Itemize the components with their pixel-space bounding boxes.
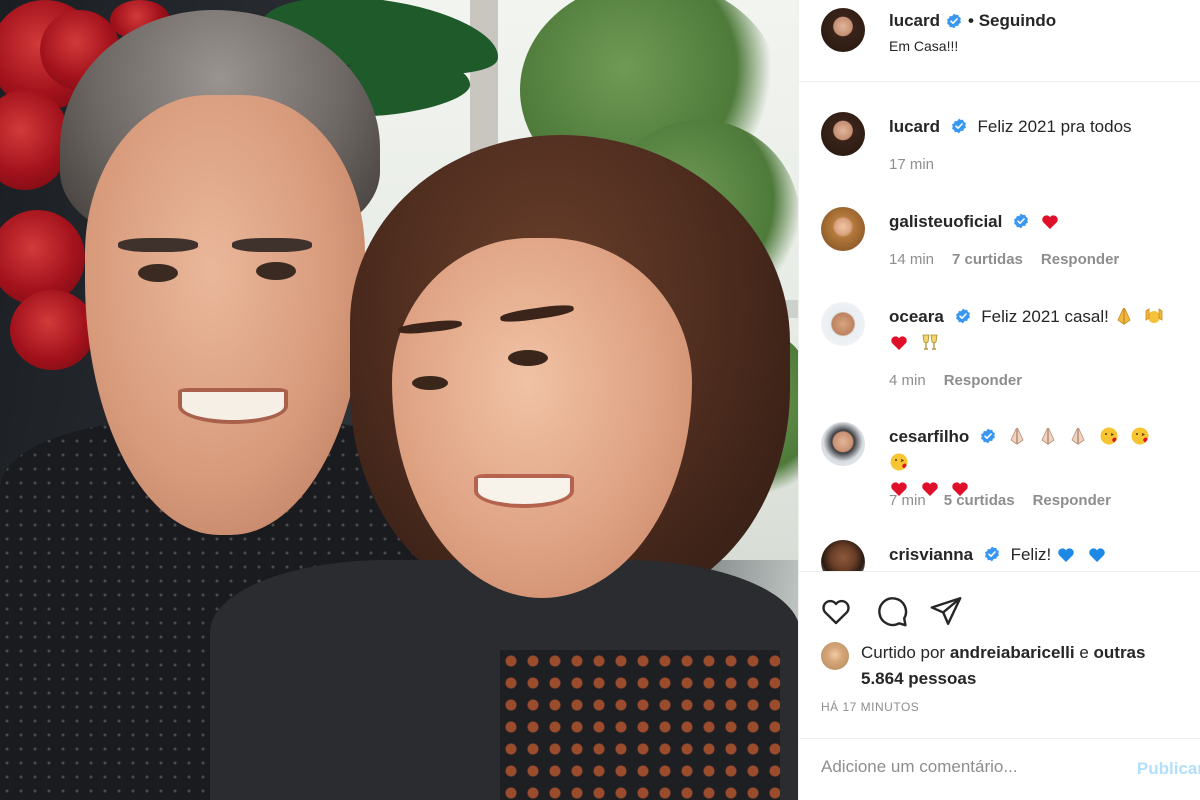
action-bar [799,572,1200,642]
raising-hands-icon [1145,308,1163,323]
comment: cesarfilho 7 min 5 curtidas Responder [821,422,1192,522]
publish-button[interactable]: Publicar [1137,759,1200,779]
reply-button[interactable]: Responder [1033,492,1111,509]
comment-text: Feliz! [1010,545,1052,564]
comment: oceara Feliz 2021 casal! 4 min Responder [821,302,1192,402]
heart-outline-icon[interactable] [819,594,853,628]
folded-hands-icon [1071,427,1085,445]
folded-hands-icon [1041,427,1055,445]
kissing-face-icon [1131,427,1149,445]
comment-text: Feliz 2021 casal! [981,307,1109,326]
comment-body: oceara Feliz 2021 casal! [889,304,1182,356]
folded-hands-icon [1117,307,1131,325]
instagram-post: lucard • Seguindo Em Casa!!! lucard Feli… [0,0,1200,800]
comment-body: galisteuoficial [889,209,1182,235]
add-comment-bar: Publicar [799,738,1200,800]
comment-meta: 7 min 5 curtidas Responder [889,492,1111,509]
blue-heart-icon [1058,548,1074,562]
comment: lucard Feliz 2021 pra todos 17 min [821,112,1192,182]
post-header: lucard • Seguindo Em Casa!!! [799,0,1200,82]
likes-summary: Curtido por andreiabaricelli e outras 5.… [821,640,1190,740]
comments-list[interactable]: lucard Feliz 2021 pra todos 17 min galis… [799,82,1200,572]
post-sidebar: lucard • Seguindo Em Casa!!! lucard Feli… [798,0,1200,800]
comment-body: cesarfilho [889,424,1182,502]
author-avatar[interactable] [821,8,865,52]
author-username[interactable]: lucard [889,11,940,31]
post-footer: Curtido por andreiabaricelli e outras 5.… [799,572,1200,800]
speech-bubble-icon[interactable] [875,594,909,628]
comment-time[interactable]: 4 min [889,372,926,389]
red-flower [10,290,95,370]
verified-badge-icon [981,428,995,444]
comment-avatar[interactable] [821,302,865,346]
comment-meta: 17 min [889,156,934,173]
post-location[interactable]: Em Casa!!! [889,38,958,54]
verified-badge-icon [1014,213,1029,229]
reply-button[interactable]: Responder [1041,251,1119,268]
red-heart-icon [891,336,907,350]
blue-heart-icon [1088,548,1105,562]
man-eye [138,264,178,282]
comment-avatar[interactable] [821,112,865,156]
comment-body: crisvianna Feliz! [889,542,1182,568]
comment-username[interactable]: galisteuoficial [889,212,1002,231]
post-timestamp[interactable]: HÁ 17 MINUTOS [821,700,919,714]
reply-button[interactable]: Responder [944,372,1022,389]
follow-status[interactable]: • Seguindo [968,11,1056,31]
liker-username[interactable]: andreiabaricelli [950,643,1075,662]
comment-meta: 14 min 7 curtidas Responder [889,251,1119,268]
woman-smile [474,474,574,508]
kissing-face-icon [1100,427,1118,445]
woman-eye [412,376,448,390]
likes-conjunction: e [1079,643,1089,662]
comment-meta: 4 min Responder [889,372,1022,389]
man-eyebrow [232,238,312,252]
comment-avatar[interactable] [821,207,865,251]
comment-username[interactable]: cesarfilho [889,427,969,446]
likes-prefix: Curtido por [861,643,946,662]
comment-input[interactable] [821,757,1141,777]
comment: galisteuoficial 14 min 7 curtidas Respon… [821,207,1192,277]
woman-lace-detail [500,650,780,800]
man-eyebrow [118,238,198,252]
comment-username[interactable]: crisvianna [889,545,973,564]
comment: crisvianna Feliz! [821,540,1192,571]
comment-username[interactable]: lucard [889,117,940,136]
man-eye [256,262,296,280]
verified-badge-icon [951,118,966,134]
liker-avatar[interactable] [821,642,849,670]
verified-badge-icon [947,13,961,29]
comment-time[interactable]: 7 min [889,492,926,509]
folded-hands-icon [1010,427,1024,445]
comment-username[interactable]: oceara [889,307,944,326]
comment-likes[interactable]: 5 curtidas [944,492,1015,509]
comment-likes[interactable]: 7 curtidas [952,251,1023,268]
kissing-face-icon [890,453,908,471]
clinking-glasses-icon [922,334,938,350]
comment-text: Feliz 2021 pra todos [977,117,1132,136]
comment-avatar[interactable] [821,540,865,571]
woman-eye [508,350,548,366]
verified-badge-icon [984,546,999,562]
comment-time[interactable]: 17 min [889,156,934,173]
comment-avatar[interactable] [821,422,865,466]
red-heart-icon [1042,215,1058,229]
post-photo[interactable] [0,0,798,800]
paper-plane-icon[interactable] [929,594,963,628]
header-line: lucard • Seguindo [889,11,1056,31]
verified-badge-icon [955,308,970,324]
man-smile [178,388,288,424]
likes-text: Curtido por andreiabaricelli e outras 5.… [861,640,1181,692]
comment-time[interactable]: 14 min [889,251,934,268]
comment-body: lucard Feliz 2021 pra todos [889,114,1182,140]
